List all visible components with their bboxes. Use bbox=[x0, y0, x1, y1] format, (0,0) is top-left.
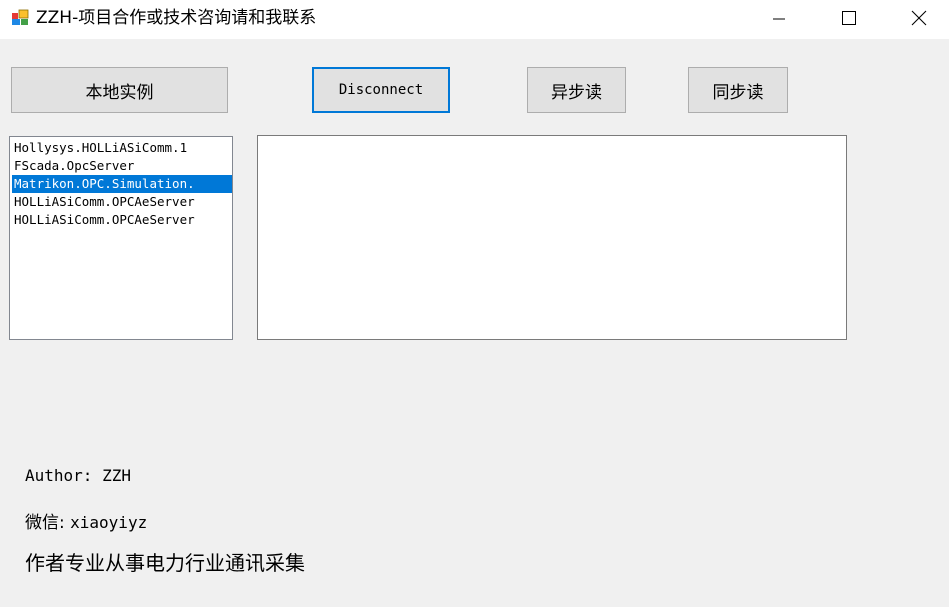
app-icon bbox=[11, 9, 29, 26]
list-item[interactable]: HOLLiASiComm.OPCAeServer bbox=[12, 193, 232, 211]
maximize-icon bbox=[842, 11, 856, 25]
list-item[interactable]: HOLLiASiComm.OPCAeServer bbox=[12, 211, 232, 229]
disconnect-button[interactable]: Disconnect bbox=[312, 67, 450, 113]
wechat-label: 微信: xiaoyiyz bbox=[25, 508, 147, 533]
wechat-id: xiaoyiyz bbox=[70, 513, 148, 532]
close-icon bbox=[911, 10, 927, 26]
minimize-icon bbox=[773, 18, 785, 20]
list-item[interactable]: Hollysys.HOLLiASiComm.1 bbox=[12, 139, 232, 157]
author-label: Author: ZZH bbox=[25, 466, 131, 485]
async-read-button[interactable]: 异步读 bbox=[527, 67, 626, 113]
minimize-button[interactable] bbox=[756, 0, 802, 36]
list-item-selected[interactable]: Matrikon.OPC.Simulation. bbox=[12, 175, 232, 193]
sync-read-button[interactable]: 同步读 bbox=[688, 67, 788, 113]
list-item[interactable]: FScada.OpcServer bbox=[12, 157, 232, 175]
title-bar: ZZH-项目合作或技术咨询请和我联系 bbox=[0, 0, 949, 39]
output-textbox[interactable] bbox=[257, 135, 847, 340]
description-label: 作者专业从事电力行业通讯采集 bbox=[25, 551, 305, 575]
wechat-label-prefix: 微信: bbox=[25, 513, 71, 533]
window-title: ZZH-项目合作或技术咨询请和我联系 bbox=[36, 8, 317, 28]
local-instance-button[interactable]: 本地实例 bbox=[11, 67, 228, 113]
opc-server-list[interactable]: Hollysys.HOLLiASiComm.1 FScada.OpcServer… bbox=[9, 136, 233, 340]
maximize-button[interactable] bbox=[826, 0, 872, 36]
close-button[interactable] bbox=[896, 0, 942, 36]
